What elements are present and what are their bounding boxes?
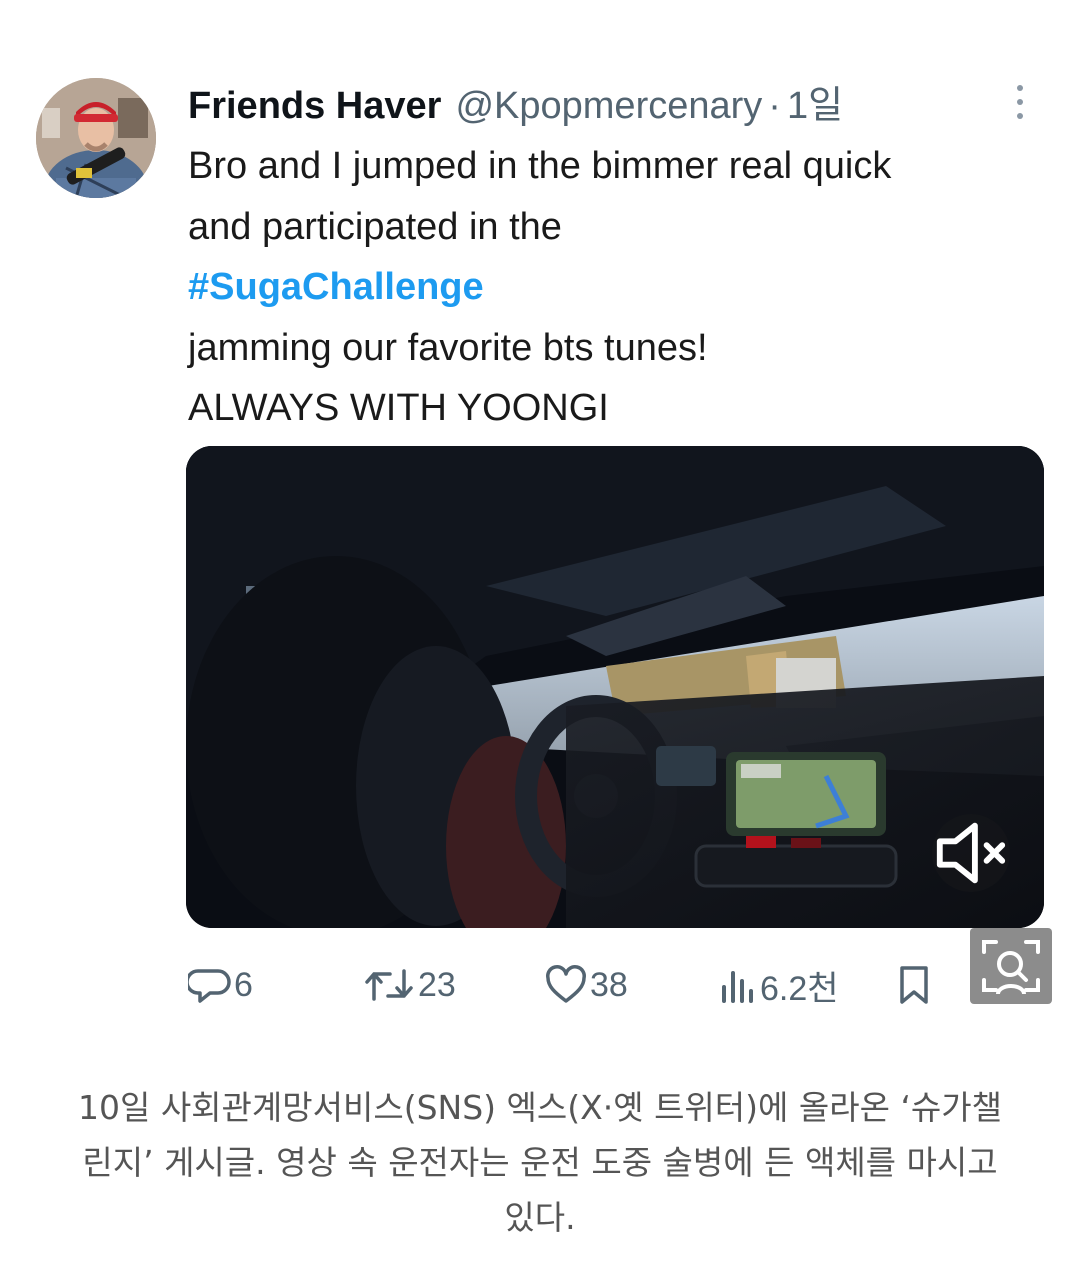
video-player[interactable] xyxy=(186,446,1044,928)
like-button[interactable]: 38 xyxy=(544,960,628,1010)
view-count: 6.2천 xyxy=(760,969,839,1008)
tweet-text-line: ALWAYS WITH YOONGI xyxy=(188,387,609,429)
tweet-text-line: jamming our favorite bts tunes! xyxy=(188,326,708,369)
tweet-text-line: and participated in the xyxy=(188,205,562,248)
views-icon xyxy=(722,971,753,1003)
retweet-button[interactable]: 23 xyxy=(364,960,456,1010)
hashtag-link[interactable]: #SugaChallenge xyxy=(188,257,1058,318)
video-frame xyxy=(186,446,1044,928)
more-options-icon[interactable] xyxy=(1000,82,1040,122)
author-name[interactable]: Friends Haver xyxy=(188,85,441,128)
bookmark-icon xyxy=(900,966,928,1004)
caption-line: 린지’ 게시글. 영상 속 운전자는 운전 도중 술병에 든 액체를 마시고 xyxy=(82,1143,998,1182)
views-button[interactable]: 6.2천 xyxy=(718,960,839,1010)
news-caption: 10일 사회관계망서비스(SNS) 엑스(X·옛 트위터)에 올라온 ‘슈가챌 … xyxy=(40,1080,1040,1245)
reply-icon xyxy=(188,969,231,1003)
tweet-text: Bro and I jumped in the bimmer real quic… xyxy=(188,136,1058,439)
tweet-card[interactable]: Friends Haver @Kpopmercenary · 1일 Bro an… xyxy=(0,0,1080,1040)
author-avatar[interactable] xyxy=(36,78,156,198)
lens-icon xyxy=(982,940,1040,995)
tweet-text-line: Bro and I jumped in the bimmer real quic… xyxy=(188,145,892,187)
tweet-actions: 6 23 38 6.2천 xyxy=(188,960,1048,1010)
post-time[interactable]: 1일 xyxy=(787,74,843,129)
heart-icon xyxy=(546,965,586,1003)
tweet-header: Friends Haver @Kpopmercenary · 1일 xyxy=(188,74,843,127)
bookmark-button[interactable] xyxy=(896,960,932,1010)
caption-line: 10일 사회관계망서비스(SNS) 엑스(X·옛 트위터)에 올라온 ‘슈가챌 xyxy=(77,1088,1003,1127)
image-search-button[interactable] xyxy=(970,928,1052,1004)
retweet-icon xyxy=(365,969,413,1001)
like-count: 38 xyxy=(590,965,628,1004)
reply-count: 6 xyxy=(234,965,253,1004)
caption-line: 있다. xyxy=(504,1198,576,1237)
reply-button[interactable]: 6 xyxy=(188,960,253,1010)
mute-button[interactable] xyxy=(932,814,1010,892)
avatar-image xyxy=(36,78,156,198)
mute-icon xyxy=(936,822,1006,884)
separator-dot: · xyxy=(768,85,781,127)
author-handle[interactable]: @Kpopmercenary xyxy=(455,85,762,128)
retweet-count: 23 xyxy=(418,965,456,1004)
